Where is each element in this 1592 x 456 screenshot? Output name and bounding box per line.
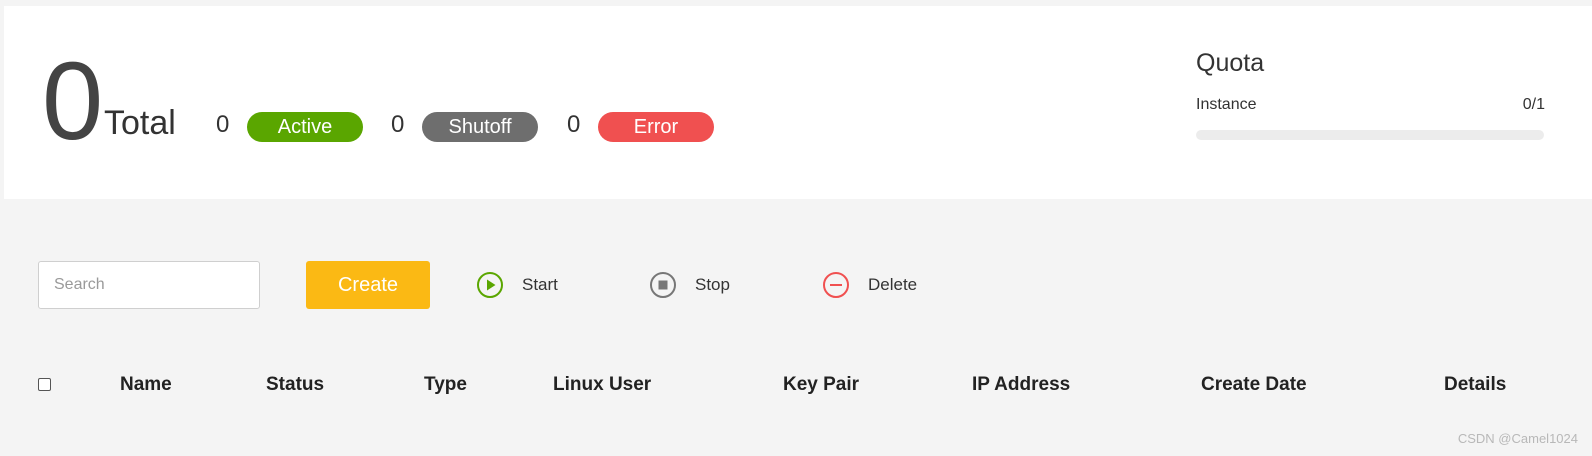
select-all-checkbox[interactable]	[38, 378, 51, 391]
quota-instance-value: 0/1	[1522, 96, 1545, 113]
active-count: 0	[216, 111, 230, 138]
column-header-name[interactable]: Name	[120, 370, 172, 400]
active-status-badge: Active	[247, 112, 363, 142]
column-header-linux-user[interactable]: Linux User	[553, 370, 651, 400]
total-label: Total	[104, 104, 176, 142]
delete-button[interactable]: Delete	[822, 271, 917, 299]
stop-button[interactable]: Stop	[649, 271, 730, 299]
column-header-ip-address[interactable]: IP Address	[972, 370, 1070, 400]
shutoff-count: 0	[391, 111, 405, 138]
create-button[interactable]: Create	[306, 261, 430, 309]
instance-table-header: Name Status Type Linux User Key Pair IP …	[0, 370, 1592, 400]
stop-label: Stop	[695, 275, 730, 294]
start-button[interactable]: Start	[476, 271, 558, 299]
column-header-create-date[interactable]: Create Date	[1201, 370, 1307, 400]
column-header-details[interactable]: Details	[1444, 370, 1506, 400]
play-circle-icon	[476, 271, 504, 299]
quota-instance-label: Instance	[1196, 96, 1257, 113]
search-input[interactable]	[38, 261, 260, 309]
start-label: Start	[522, 275, 558, 294]
watermark: CSDN @Camel1024	[1457, 431, 1578, 446]
column-header-key-pair[interactable]: Key Pair	[783, 370, 859, 400]
instance-summary-panel: 0 Total 0 Active 0 Shutoff 0 Error Quota…	[4, 6, 1592, 199]
delete-label: Delete	[868, 275, 918, 294]
minus-circle-icon	[822, 271, 850, 299]
error-status-badge: Error	[598, 112, 714, 142]
quota-title: Quota	[1196, 49, 1265, 77]
stop-circle-icon	[649, 271, 677, 299]
total-count: 0	[42, 40, 104, 163]
error-count: 0	[567, 111, 581, 138]
quota-progress-bar	[1196, 130, 1544, 140]
column-header-status[interactable]: Status	[266, 370, 324, 400]
column-header-type[interactable]: Type	[424, 370, 467, 400]
shutoff-status-badge: Shutoff	[422, 112, 538, 142]
